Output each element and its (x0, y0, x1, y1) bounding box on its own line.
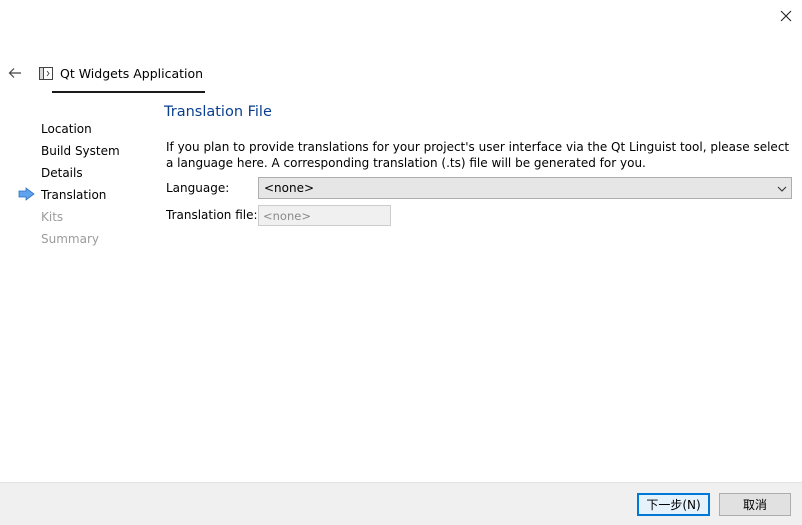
page-title: Translation File (164, 104, 272, 120)
current-step-arrow-icon (18, 187, 35, 201)
chevron-down-icon (777, 186, 787, 192)
footer-bar: 下一步(N) 取消 (0, 482, 802, 525)
language-label: Language: (166, 181, 230, 195)
application-window-icon (39, 67, 53, 80)
tab-underline (52, 91, 205, 93)
language-value: <none> (264, 181, 315, 195)
translation-file-label: Translation file: (166, 208, 258, 222)
language-combobox[interactable]: <none> (258, 177, 792, 199)
translation-file-field: <none> (258, 205, 391, 226)
next-button[interactable]: 下一步(N) (637, 493, 710, 516)
wizard-header: Qt Widgets Application (32, 56, 206, 93)
step-details: Details (41, 166, 83, 180)
page-description: If you plan to provide translations for … (166, 140, 790, 170)
wizard-title: Qt Widgets Application (60, 66, 204, 81)
close-icon (780, 10, 792, 22)
step-location: Location (41, 122, 92, 136)
cancel-button[interactable]: 取消 (719, 493, 791, 516)
close-button[interactable] (771, 2, 801, 30)
step-build-system: Build System (41, 144, 120, 158)
step-kits: Kits (41, 210, 64, 224)
arrow-left-icon (8, 68, 21, 78)
step-summary: Summary (41, 232, 99, 246)
back-button[interactable] (4, 62, 26, 84)
translation-file-value: <none> (263, 209, 311, 223)
step-translation: Translation (41, 188, 107, 202)
